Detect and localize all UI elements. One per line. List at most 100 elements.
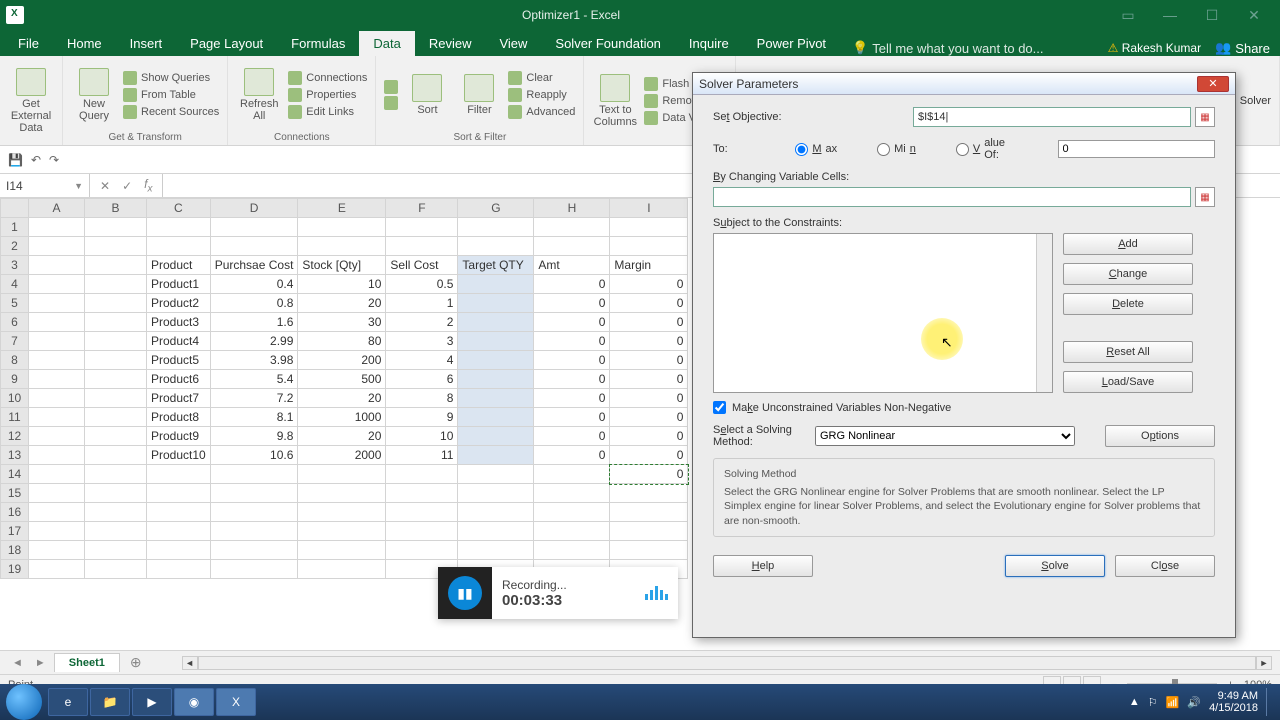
cell[interactable]: 10	[386, 427, 458, 446]
add-constraint-button[interactable]: Add	[1063, 233, 1193, 255]
cell[interactable]	[458, 218, 534, 237]
cell[interactable]	[298, 522, 386, 541]
cell[interactable]	[298, 560, 386, 579]
cell[interactable]	[386, 237, 458, 256]
cell[interactable]	[210, 218, 298, 237]
tab-inquire[interactable]: Inquire	[675, 31, 743, 56]
cell[interactable]: 0	[534, 332, 610, 351]
row-header[interactable]: 3	[1, 256, 29, 275]
cell[interactable]	[534, 503, 610, 522]
cell[interactable]	[29, 446, 85, 465]
cell[interactable]: 0.5	[386, 275, 458, 294]
sheet-nav-prev[interactable]: ◄	[8, 657, 27, 669]
cell[interactable]: Product6	[147, 370, 211, 389]
objective-input[interactable]: $I$14|	[913, 107, 1191, 127]
tab-power-pivot[interactable]: Power Pivot	[743, 31, 840, 56]
cell[interactable]	[386, 522, 458, 541]
value-of-input[interactable]	[1058, 140, 1216, 158]
clear-button[interactable]: Clear	[508, 71, 575, 85]
cell[interactable]: Product4	[147, 332, 211, 351]
get-external-data-button[interactable]: Get External Data	[8, 68, 54, 134]
cell[interactable]	[298, 541, 386, 560]
cell[interactable]	[458, 408, 534, 427]
cell[interactable]	[534, 484, 610, 503]
cell[interactable]	[85, 313, 147, 332]
cell[interactable]: 1.6	[210, 313, 298, 332]
cell[interactable]: 9	[386, 408, 458, 427]
cell[interactable]	[210, 237, 298, 256]
show-desktop-button[interactable]	[1266, 688, 1274, 716]
row-header[interactable]: 11	[1, 408, 29, 427]
cell[interactable]: 200	[298, 351, 386, 370]
cell[interactable]: 1000	[298, 408, 386, 427]
cell[interactable]	[210, 465, 298, 484]
tab-file[interactable]: File	[4, 31, 53, 56]
ribbon-display-icon[interactable]: ▭	[1108, 5, 1148, 25]
cell[interactable]: Product8	[147, 408, 211, 427]
cell[interactable]: 11	[386, 446, 458, 465]
tray-flag-icon[interactable]: ⚐	[1148, 696, 1158, 709]
cell[interactable]: 8.1	[210, 408, 298, 427]
cell[interactable]	[534, 465, 610, 484]
cell[interactable]: 0	[610, 275, 688, 294]
cell[interactable]	[85, 332, 147, 351]
cell[interactable]	[458, 427, 534, 446]
cell[interactable]: 0	[534, 313, 610, 332]
cell[interactable]	[29, 218, 85, 237]
scroll-right-button[interactable]: ►	[1256, 656, 1272, 670]
cell[interactable]	[29, 560, 85, 579]
properties-button[interactable]: Properties	[288, 88, 367, 102]
cell[interactable]	[29, 313, 85, 332]
cell[interactable]	[458, 522, 534, 541]
cell[interactable]: Product3	[147, 313, 211, 332]
redo-icon[interactable]: ↷	[49, 153, 59, 167]
cell[interactable]	[29, 541, 85, 560]
cell[interactable]	[147, 560, 211, 579]
select-all-cell[interactable]	[1, 199, 29, 218]
cell[interactable]	[210, 503, 298, 522]
cell[interactable]	[298, 484, 386, 503]
cell[interactable]: 0	[610, 408, 688, 427]
col-header[interactable]: B	[85, 199, 147, 218]
cell[interactable]	[610, 541, 688, 560]
sheet-nav-next[interactable]: ►	[31, 657, 50, 669]
undo-icon[interactable]: ↶	[31, 153, 41, 167]
cell[interactable]	[534, 237, 610, 256]
cell[interactable]: 0	[610, 427, 688, 446]
tab-insert[interactable]: Insert	[116, 31, 177, 56]
sort-button[interactable]: Sort	[404, 74, 450, 116]
col-header[interactable]: H	[534, 199, 610, 218]
tab-solver-foundation[interactable]: Solver Foundation	[541, 31, 675, 56]
cell[interactable]	[458, 332, 534, 351]
chevron-down-icon[interactable]: ▼	[74, 181, 83, 191]
cell[interactable]	[29, 332, 85, 351]
col-header[interactable]: F	[386, 199, 458, 218]
cell[interactable]	[85, 560, 147, 579]
col-header[interactable]: C	[147, 199, 211, 218]
cell[interactable]	[85, 294, 147, 313]
cell[interactable]	[458, 351, 534, 370]
cell[interactable]: Purchsae Cost	[210, 256, 298, 275]
cell[interactable]	[85, 522, 147, 541]
close-button[interactable]: Close	[1115, 555, 1215, 577]
cell[interactable]: 10.6	[210, 446, 298, 465]
cell[interactable]	[147, 522, 211, 541]
row-header[interactable]: 2	[1, 237, 29, 256]
cell[interactable]: Product7	[147, 389, 211, 408]
cell[interactable]: Product10	[147, 446, 211, 465]
cell[interactable]: 0	[610, 313, 688, 332]
cell[interactable]: 0	[534, 370, 610, 389]
cell[interactable]	[29, 503, 85, 522]
cell[interactable]	[458, 503, 534, 522]
cell[interactable]	[386, 218, 458, 237]
cell[interactable]: Product5	[147, 351, 211, 370]
cell[interactable]	[210, 522, 298, 541]
solving-method-select[interactable]: GRG Nonlinear	[815, 426, 1075, 446]
refresh-all-button[interactable]: Refresh All	[236, 68, 282, 122]
cell[interactable]	[386, 503, 458, 522]
taskbar-explorer-icon[interactable]: 📁	[90, 688, 130, 716]
row-header[interactable]: 12	[1, 427, 29, 446]
cell[interactable]	[29, 294, 85, 313]
value-of-radio[interactable]: Value Of:	[956, 137, 1018, 161]
cell[interactable]	[147, 237, 211, 256]
